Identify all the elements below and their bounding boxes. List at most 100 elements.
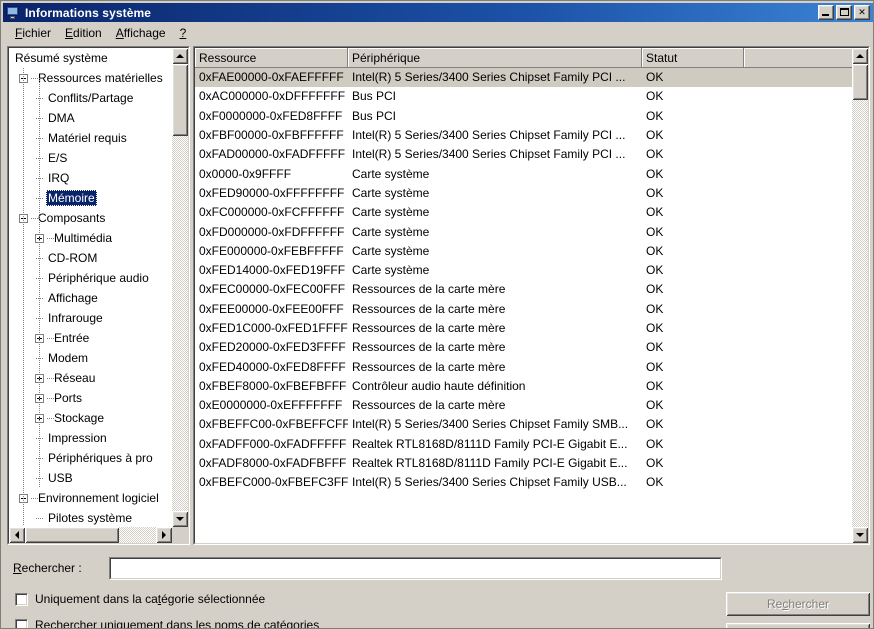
table-row[interactable]: 0xFADFF000-0xFADFFFFF Realtek RTL8168D/81… xyxy=(195,435,853,454)
tree-item-impression[interactable]: Impression xyxy=(9,428,163,448)
tree-item-irq[interactable]: IRQ xyxy=(9,168,163,188)
tree-item-stockage[interactable]: Stockage xyxy=(9,408,163,428)
table-row[interactable]: 0xFE000000-0xFEBFFFFF Carte système OK xyxy=(195,242,853,261)
table-row[interactable]: 0xFADF8000-0xFADFBFFF Realtek RTL8168D/81… xyxy=(195,454,853,473)
cell-resource: 0xFBEFFC00-0xFBEFFCFF xyxy=(199,417,348,432)
list-vscroll-thumb[interactable] xyxy=(852,64,868,100)
table-row[interactable]: 0xFEE00000-0xFEE00FFF Ressources de la ca… xyxy=(195,300,853,319)
tree-horizontal-scrollbar[interactable] xyxy=(9,527,172,543)
category-tree[interactable]: Résumé système Ressources matérielles Conf… xyxy=(9,48,163,526)
checkbox-box[interactable] xyxy=(15,618,28,628)
table-row[interactable]: 0xFED20000-0xFED3FFFF Ressources de la ca… xyxy=(195,338,853,357)
tree-scroll-up-button[interactable] xyxy=(172,48,188,64)
table-row[interactable]: 0xE0000000-0xEFFFFFFF Ressources de la ca… xyxy=(195,396,853,415)
menu-item-edition[interactable]: Edition xyxy=(58,24,109,42)
cell-device: Ressources de la carte mère xyxy=(352,282,506,297)
cell-status: OK xyxy=(646,436,664,451)
title-bar[interactable]: Informations système ✕ xyxy=(3,3,873,22)
chevron-down-icon xyxy=(856,533,864,537)
tree-item-p-riph-rique-audio[interactable]: Périphérique audio xyxy=(9,268,163,288)
tree-item-r-seau[interactable]: Réseau xyxy=(9,368,163,388)
column-header-ressource[interactable]: Ressource xyxy=(195,48,348,68)
tree-item-environnement-logiciel[interactable]: Environnement logiciel xyxy=(9,488,163,508)
menu-item-help[interactable]: ? xyxy=(173,24,194,42)
tree-item-multim-dia[interactable]: Multimédia xyxy=(9,228,163,248)
table-row[interactable]: 0xF0000000-0xFED8FFFF Bus PCI OK xyxy=(195,107,853,126)
tree-scroll-right-button[interactable] xyxy=(156,527,172,543)
list-vertical-scrollbar[interactable] xyxy=(852,48,868,543)
tree-item-infrarouge[interactable]: Infrarouge xyxy=(9,308,163,328)
table-row[interactable]: 0xFBEF8000-0xFBEFBFFF Contrôleur audio ha… xyxy=(195,377,853,396)
tree-vscroll-thumb[interactable] xyxy=(172,64,188,136)
tree-connector xyxy=(35,248,46,268)
table-row[interactable]: 0xFAD00000-0xFADFFFFF Intel(R) 5 Series/3… xyxy=(195,145,853,164)
tree-item-label: Périphériques à pro xyxy=(48,451,153,465)
table-row[interactable]: 0x0000-0x9FFFF Carte système OK xyxy=(195,164,853,183)
tree-item-ports[interactable]: Ports xyxy=(9,388,163,408)
tree-item-pilotes-syst-me[interactable]: Pilotes système xyxy=(9,508,163,526)
tree-item-label: Pilotes système xyxy=(48,511,133,525)
table-row[interactable]: 0xFBF00000-0xFBFFFFFF Intel(R) 5 Series/3… xyxy=(195,126,853,145)
table-row[interactable]: 0xFBEFC000-0xFBEFC3FF Intel(R) 5 Series/3… xyxy=(195,473,853,492)
tree-item-e-s[interactable]: E/S xyxy=(9,148,163,168)
table-row[interactable]: 0xFED40000-0xFED8FFFF Ressources de la ca… xyxy=(195,357,853,376)
tree-item-affichage[interactable]: Affichage xyxy=(9,288,163,308)
cell-device: Intel(R) 5 Series/3400 Series Chipset Fa… xyxy=(352,128,626,143)
search-panel: Rechercher : Uniquement dans la catégori… xyxy=(7,548,870,628)
cell-resource: 0x0000-0x9FFFF xyxy=(199,166,292,181)
column-header-extra[interactable] xyxy=(744,48,853,68)
menu-item-fichier[interactable]: Fichier xyxy=(8,24,58,42)
tree-item-ressources-mat-rielles[interactable]: Ressources matérielles xyxy=(9,68,163,88)
table-row[interactable]: 0xFED1C000-0xFED1FFFF Ressources de la ca… xyxy=(195,319,853,338)
menu-item-affichage[interactable]: Affichage xyxy=(109,24,173,42)
tree-hscroll-thumb[interactable] xyxy=(25,527,119,543)
cell-device: Contrôleur audio haute définition xyxy=(352,378,526,393)
tree-connector xyxy=(35,88,46,108)
checkbox-category-names-only[interactable]: Rechercher uniquement dans les noms de c… xyxy=(15,618,319,628)
tree-item-label: Résumé système xyxy=(15,51,108,65)
close-button-titlebar[interactable]: ✕ xyxy=(854,5,870,20)
chevron-left-icon xyxy=(15,531,19,539)
tree-item-p-riph-riques-pro[interactable]: Périphériques à pro xyxy=(9,448,163,468)
system-information-window: Informations système ✕ Fichier Edition A… xyxy=(0,0,874,629)
maximize-button[interactable] xyxy=(836,5,852,20)
search-input[interactable] xyxy=(111,559,720,578)
tree-item-cd-rom[interactable]: CD-ROM xyxy=(9,248,163,268)
table-row[interactable]: 0xFED14000-0xFED19FFF Carte système OK xyxy=(195,261,853,280)
table-row[interactable]: 0xFED90000-0xFFFFFFFF Carte système OK xyxy=(195,184,853,203)
list-scroll-down-button[interactable] xyxy=(852,527,868,543)
tree-item-dma[interactable]: DMA xyxy=(9,108,163,128)
cell-device: Intel(R) 5 Series/3400 Series Chipset Fa… xyxy=(352,147,626,162)
checkbox-box[interactable] xyxy=(15,592,28,606)
tree-item-entr-e[interactable]: Entrée xyxy=(9,328,163,348)
tree-item-conflits-partage[interactable]: Conflits/Partage xyxy=(9,88,163,108)
tree-item-modem[interactable]: Modem xyxy=(9,348,163,368)
table-row[interactable]: 0xAC000000-0xDFFFFFFF Bus PCI OK xyxy=(195,87,853,106)
tree-connector xyxy=(35,448,46,468)
table-row[interactable]: 0xFEC00000-0xFEC00FFF Ressources de la ca… xyxy=(195,280,853,299)
table-row[interactable]: 0xFD000000-0xFDFFFFFF Carte système OK xyxy=(195,222,853,241)
tree-item-usb[interactable]: USB xyxy=(9,468,163,488)
tree-item-composants[interactable]: Composants xyxy=(9,208,163,228)
tree-scroll-left-button[interactable] xyxy=(9,527,25,543)
search-button[interactable]: Rechercher xyxy=(726,592,870,616)
tree-item-mat-riel-requis[interactable]: Matériel requis xyxy=(9,128,163,148)
column-header-peripherique[interactable]: Périphérique xyxy=(348,48,642,68)
resource-list[interactable]: Ressource Périphérique Statut 0xFAE00000-0… xyxy=(195,48,853,543)
tree-item-m-moire[interactable]: Mémoire xyxy=(9,188,163,208)
checkbox-only-selected-category[interactable]: Uniquement dans la catégorie sélectionné… xyxy=(15,592,265,606)
table-row[interactable]: 0xFBEFFC00-0xFBEFFCFF Intel(R) 5 Series/3… xyxy=(195,415,853,434)
close-button[interactable]: Fermer xyxy=(726,623,870,628)
list-vscroll-track[interactable] xyxy=(852,48,868,543)
tree-item-label: Modem xyxy=(48,351,89,365)
list-scroll-up-button[interactable] xyxy=(852,48,868,64)
table-row[interactable]: 0xFC000000-0xFCFFFFFF Carte système OK xyxy=(195,203,853,222)
table-row[interactable]: 0xFAE00000-0xFAEFFFFF Intel(R) 5 Series/3… xyxy=(195,68,853,88)
column-header-statut[interactable]: Statut xyxy=(642,48,744,68)
minimize-button[interactable] xyxy=(818,5,834,20)
tree-scroll-down-button[interactable] xyxy=(172,511,188,527)
tree-item-label: Conflits/Partage xyxy=(48,91,134,105)
category-tree-panel: Résumé système Ressources matérielles Conf… xyxy=(7,46,190,545)
tree-vertical-scrollbar[interactable] xyxy=(172,48,188,527)
tree-item-r-sum-syst-me[interactable]: Résumé système xyxy=(9,48,163,68)
